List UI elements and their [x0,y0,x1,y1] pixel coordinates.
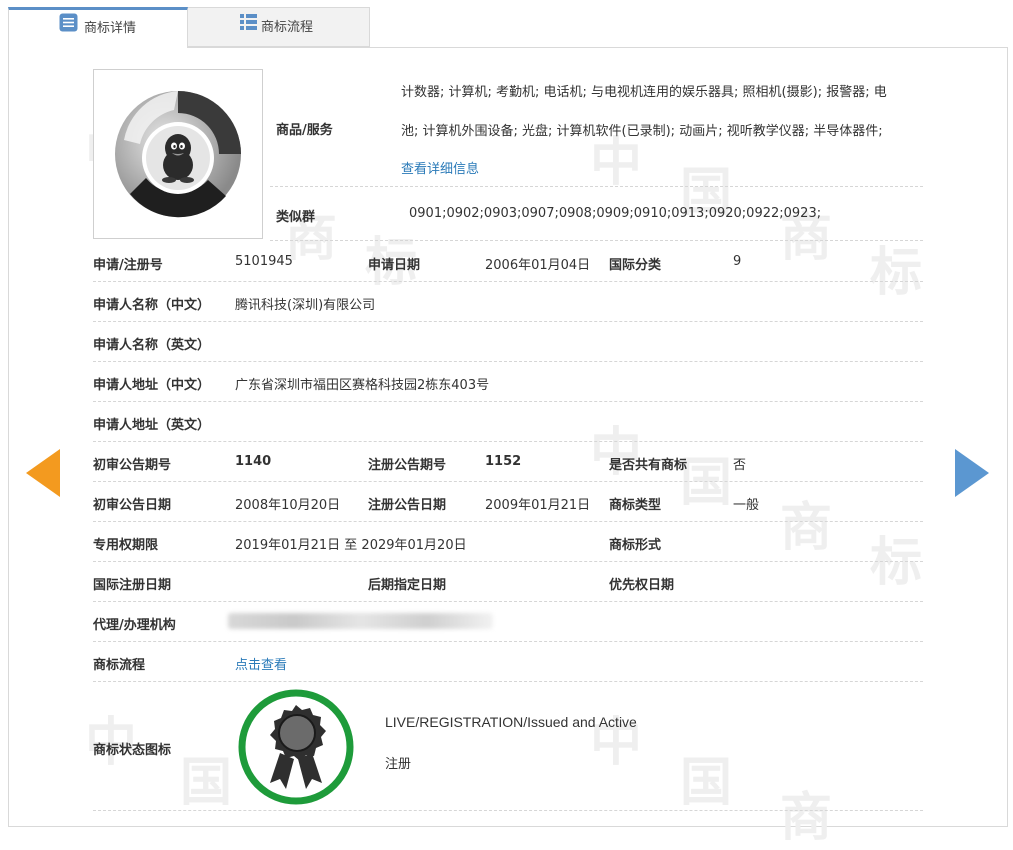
reg-no-value: 5101945 [235,254,293,269]
divider [270,186,923,187]
divider [270,240,923,241]
divider [93,561,923,562]
divider [93,481,923,482]
apply-date-label: 申请日期 [368,258,421,273]
prelim-issue-label: 初审公告期号 [93,458,172,473]
goods-services-line: 池; 计算机外围设备; 光盘; 计算机软件(已录制); 动画片; 视听教学仪器;… [401,124,883,139]
similar-group-label: 类似群 [276,210,316,225]
reg-date-label: 注册公告日期 [368,498,447,513]
divider [93,401,923,402]
applicant-cn-label: 申请人名称（中文） [93,298,211,313]
divider [93,441,923,442]
tm-form-label: 商标形式 [609,538,662,553]
tm-type-label: 商标类型 [609,498,662,513]
address-cn-label: 申请人地址（中文） [93,378,211,393]
process-view-link[interactable]: 点击查看 [235,654,287,673]
tab-label: 商标详情 [84,21,137,36]
agent-label: 代理/办理机构 [93,618,176,633]
reg-date-value: 2009年01月21日 [485,498,591,513]
exclusive-label: 专用权期限 [93,538,159,553]
applicant-cn-value: 腾讯科技(深圳)有限公司 [235,298,376,313]
tab-trademark-details[interactable]: 商标详情 [8,7,188,48]
goods-services-label: 商品/服务 [276,123,333,138]
status-en-text: LIVE/REGISTRATION/Issued and Active [385,714,637,730]
address-cn-value: 广东省深圳市福田区赛格科技园2栋东403号 [235,378,490,393]
penguin-logo-icon [115,91,241,218]
divider [93,810,923,811]
prelim-date-value: 2008年10月20日 [235,498,341,513]
prelim-issue-value: 1140 [235,454,272,469]
process-label: 商标流程 [93,658,146,673]
divider [93,281,923,282]
next-arrow-icon[interactable] [955,449,989,501]
exclusive-value: 2019年01月21日 至 2029年01月20日 [235,538,467,553]
divider [93,641,923,642]
divider [93,321,923,322]
tab-trademark-process[interactable]: 商标流程 [188,7,370,47]
view-details-link[interactable]: 查看详细信息 [401,158,479,177]
shared-label: 是否共有商标 [609,458,688,473]
goods-services-line: 计数器; 计算机; 考勤机; 电话机; 与电视机连用的娱乐器具; 照相机(摄影)… [401,85,887,100]
tab-label: 商标流程 [261,20,314,35]
agent-value-blurred [228,613,493,629]
intl-class-value: 9 [733,254,742,269]
intl-class-label: 国际分类 [609,258,662,273]
divider [93,361,923,362]
divider [93,601,923,602]
status-cn-text: 注册 [385,757,412,772]
similar-group-value: 0901;0902;0903;0907;0908;0909;0910;0913;… [409,206,822,221]
tm-type-value: 一般 [733,498,760,513]
status-seal-icon [236,687,356,807]
later-designation-label: 后期指定日期 [368,578,447,593]
grid-list-icon [240,7,257,47]
reg-issue-value: 1152 [485,454,522,469]
priority-date-label: 优先权日期 [609,578,675,593]
divider [93,521,923,522]
divider [93,681,923,682]
address-en-label: 申请人地址（英文） [93,418,211,433]
reg-issue-label: 注册公告期号 [368,458,447,473]
previous-arrow-icon[interactable] [26,449,62,501]
status-icon-label: 商标状态图标 [93,743,172,758]
apply-date-value: 2006年01月04日 [485,258,591,273]
intl-reg-date-label: 国际注册日期 [93,578,172,593]
list-icon [59,10,78,48]
tab-bar: 商标详情 商标流程 [8,7,1008,48]
prelim-date-label: 初审公告日期 [93,498,172,513]
shared-value: 否 [733,458,747,473]
trademark-image [93,69,263,239]
applicant-en-label: 申请人名称（英文） [93,338,211,353]
reg-no-label: 申请/注册号 [93,258,163,273]
